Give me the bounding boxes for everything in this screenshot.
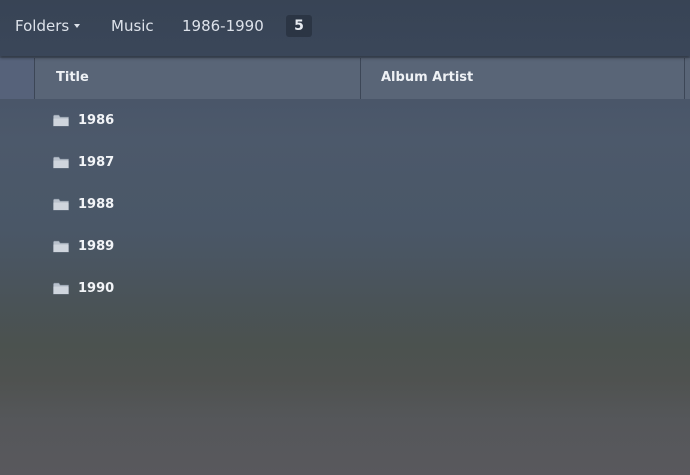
row-title: 1990 bbox=[78, 281, 115, 296]
folder-icon bbox=[53, 282, 69, 295]
folder-icon bbox=[53, 198, 69, 211]
breadcrumb-current: 1986-1990 bbox=[182, 17, 264, 35]
column-header-album-artist[interactable]: Album Artist bbox=[361, 58, 685, 99]
table-header: Title Album Artist bbox=[0, 58, 690, 99]
row-title: 1986 bbox=[78, 113, 115, 128]
row-title: 1988 bbox=[78, 197, 115, 212]
folder-list: 1986 1987 1988 1989 1990 bbox=[0, 100, 690, 310]
item-count-badge: 5 bbox=[286, 15, 312, 37]
top-bar: Folders Music 1986-1990 5 bbox=[0, 0, 690, 56]
folder-icon bbox=[53, 240, 69, 253]
row-title: 1987 bbox=[78, 155, 115, 170]
breadcrumb-music[interactable]: Music bbox=[111, 16, 154, 36]
column-header-album-artist-label: Album Artist bbox=[381, 70, 474, 85]
row-title: 1989 bbox=[78, 239, 115, 254]
header-select-column bbox=[0, 58, 35, 99]
table-row[interactable]: 1987 bbox=[0, 142, 690, 184]
table-row[interactable]: 1989 bbox=[0, 226, 690, 268]
table-row[interactable]: 1988 bbox=[0, 184, 690, 226]
folder-icon bbox=[53, 114, 69, 127]
table-row[interactable]: 1990 bbox=[0, 268, 690, 310]
table-row[interactable]: 1986 bbox=[0, 100, 690, 142]
folder-icon bbox=[53, 156, 69, 169]
column-header-title-label: Title bbox=[56, 70, 89, 85]
folders-dropdown[interactable]: Folders bbox=[15, 16, 81, 36]
caret-down-icon bbox=[74, 24, 81, 28]
folders-label: Folders bbox=[15, 17, 70, 35]
column-header-title[interactable]: Title bbox=[35, 58, 361, 99]
